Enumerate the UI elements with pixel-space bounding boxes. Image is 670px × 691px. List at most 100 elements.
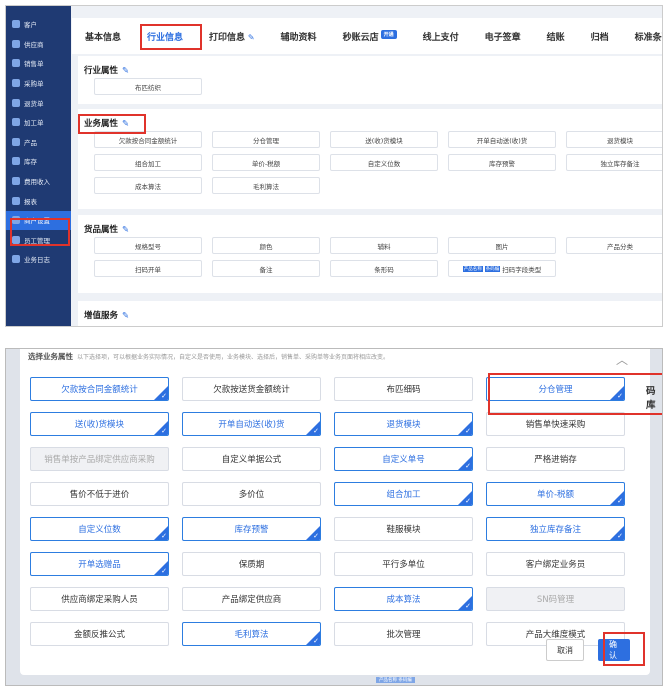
business-title-highlight-frame	[78, 114, 146, 134]
business-option[interactable]: 成本算法	[94, 177, 202, 194]
log-icon	[12, 255, 20, 264]
check-icon: ✓	[161, 427, 167, 435]
business-option[interactable]: 组合加工	[94, 154, 202, 171]
option-toggle[interactable]: 鞋服模块	[334, 517, 473, 541]
goods-option[interactable]: 产品分类	[566, 237, 662, 254]
option-toggle[interactable]: 销售单快速采购	[486, 412, 625, 436]
sidebar-item[interactable]: 业务日志	[6, 250, 71, 269]
tab[interactable]: 归档	[578, 30, 622, 43]
tab[interactable]: 线上支付	[410, 30, 472, 43]
sidebar-item[interactable]: 销售单	[6, 54, 71, 73]
goods-option[interactable]: 备注	[212, 260, 320, 277]
sidebar-item[interactable]: 库存	[6, 152, 71, 171]
option-label: 开单自动送(收)货	[476, 136, 528, 145]
tab[interactable]: 标准条码库	[622, 30, 662, 43]
edit-icon[interactable]: ✎	[122, 311, 129, 321]
business-option[interactable]: 分仓管理	[212, 131, 320, 148]
tab[interactable]: 结账	[534, 30, 578, 43]
option-toggle[interactable]: 欠款按合同金额统计 ✓	[30, 377, 169, 401]
close-icon[interactable]: ︿	[616, 351, 628, 368]
option-label: 规格型号	[135, 242, 161, 251]
tab[interactable]: 电子签章	[472, 30, 534, 43]
industry-option[interactable]: 布匹纺织	[94, 78, 202, 95]
goods-option[interactable]: 产品名称 条码编 扫码字段类型	[448, 260, 556, 277]
goods-option[interactable]: 辅料	[330, 237, 438, 254]
option-label: 供应商绑定采购人员	[61, 595, 138, 605]
option-toggle[interactable]: 组合加工 ✓	[334, 482, 473, 506]
option-toggle[interactable]: 售价不低于进价	[30, 482, 169, 506]
option-toggle: SN码管理	[486, 587, 625, 611]
goods-option[interactable]: 条形码	[330, 260, 438, 277]
option-label: 欠款按合同金额统计	[61, 385, 138, 395]
option-toggle[interactable]: 自定义位数 ✓	[30, 517, 169, 541]
sidebar-item[interactable]: 加工单	[6, 113, 71, 132]
business-option[interactable]: 退货模块	[566, 131, 662, 148]
tab[interactable]: 辅助资料	[268, 30, 330, 43]
option-toggle[interactable]: 开单选赠品 ✓	[30, 552, 169, 576]
option-toggle[interactable]: 单价-税额 ✓	[486, 482, 625, 506]
option-toggle[interactable]: 金额反推公式	[30, 622, 169, 646]
inventory-icon	[12, 157, 20, 166]
option-toggle[interactable]: 产品绑定供应商	[182, 587, 321, 611]
cancel-button[interactable]: 取消	[546, 639, 584, 661]
goods-title: 货品属性 ✎	[84, 225, 130, 235]
option-toggle[interactable]: 保质期	[182, 552, 321, 576]
option-label: 布匹细码	[386, 385, 421, 395]
option-toggle[interactable]: 毛利算法 ✓	[182, 622, 321, 646]
sidebar-item-label: 业务日志	[24, 256, 50, 265]
business-option[interactable]: 单价-税额	[212, 154, 320, 171]
option-toggle[interactable]: 欠款按送货金额统计	[182, 377, 321, 401]
sidebar-item[interactable]: 客户	[6, 15, 71, 34]
option-toggle[interactable]: 供应商绑定采购人员	[30, 587, 169, 611]
option-label: 分仓管理	[253, 136, 279, 145]
goods-option[interactable]: 颜色	[212, 237, 320, 254]
sidebar-item[interactable]: 供应商	[6, 35, 71, 54]
edit-icon[interactable]: ✎	[122, 66, 129, 76]
option-toggle[interactable]: 严格进销存	[486, 447, 625, 471]
process-order-icon	[12, 118, 20, 127]
option-toggle[interactable]: 送(收)货模块 ✓	[30, 412, 169, 436]
edit-icon[interactable]: ✎	[122, 225, 129, 235]
goods-option[interactable]: 扫码开单	[94, 260, 202, 277]
option-toggle[interactable]: 客户绑定业务员	[486, 552, 625, 576]
tab[interactable]: 打印信息 ✎	[196, 30, 268, 43]
option-label: 产品分类	[607, 242, 633, 251]
option-toggle[interactable]: 多价位	[182, 482, 321, 506]
sidebar-item[interactable]: 产品	[6, 133, 71, 152]
sidebar-item-label: 费用收入	[24, 178, 50, 187]
option-label: 单价-税额	[536, 490, 575, 500]
sidebar-item[interactable]: 报表	[6, 191, 71, 210]
check-icon: ✓	[465, 427, 471, 435]
option-toggle[interactable]: 开单自动送(收)货 ✓	[182, 412, 321, 436]
goods-option[interactable]: 规格型号	[94, 237, 202, 254]
option-label: 鞋服模块	[386, 525, 421, 535]
sidebar-item[interactable]: 退货单	[6, 93, 71, 112]
tab-label: 辅助资料	[280, 32, 317, 43]
business-option[interactable]: 库存预警	[448, 154, 556, 171]
business-option[interactable]: 毛利算法	[212, 177, 320, 194]
option-toggle[interactable]: 库存预警 ✓	[182, 517, 321, 541]
option-toggle[interactable]: 布匹细码	[334, 377, 473, 401]
option-toggle[interactable]: 退货模块 ✓	[334, 412, 473, 436]
option-toggle[interactable]: 自定义单据公式	[182, 447, 321, 471]
business-option[interactable]: 自定义位数	[330, 154, 438, 171]
tab-label: 基本信息	[85, 32, 122, 43]
business-option[interactable]: 送(收)货模块	[330, 131, 438, 148]
business-option[interactable]: 开单自动送(收)货	[448, 131, 556, 148]
option-toggle[interactable]: 平行多单位	[334, 552, 473, 576]
tab-label: 标准条码库	[634, 32, 662, 43]
business-option[interactable]: 独立库存备注	[566, 154, 662, 171]
tab-label: 归档	[590, 32, 609, 43]
sidebar-item[interactable]: 费用收入	[6, 172, 71, 191]
check-icon: ✓	[465, 497, 471, 505]
option-label: 退货模块	[607, 136, 633, 145]
customer-icon	[12, 20, 20, 29]
goods-option[interactable]: 图片	[448, 237, 556, 254]
tab[interactable]: 基本信息	[72, 30, 134, 43]
sidebar-item[interactable]: 采购单	[6, 74, 71, 93]
tab[interactable]: 秒账云店 开通	[330, 29, 410, 43]
option-toggle[interactable]: 成本算法 ✓	[334, 587, 473, 611]
option-toggle[interactable]: 自定义单号 ✓	[334, 447, 473, 471]
option-toggle[interactable]: 独立库存备注 ✓	[486, 517, 625, 541]
option-toggle[interactable]: 批次管理	[334, 622, 473, 646]
